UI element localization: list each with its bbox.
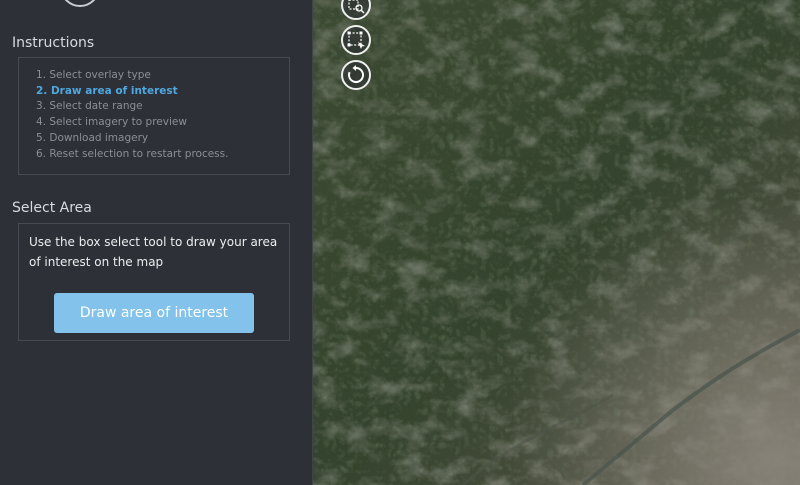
zoom-select-tool[interactable]: [341, 0, 371, 20]
box-select-icon: [347, 31, 365, 49]
sidebar: Instructions 1. Select overlay type 2. D…: [0, 0, 313, 485]
map-imagery: [313, 0, 800, 485]
select-area-title: Select Area: [12, 200, 92, 216]
box-select-tool[interactable]: [341, 25, 371, 55]
instructions-title: Instructions: [12, 35, 95, 51]
instruction-step-active: 2. Draw area of interest: [36, 84, 178, 97]
instruction-step: 6. Reset selection to restart process.: [36, 147, 229, 160]
satellite-map[interactable]: [313, 0, 800, 485]
instruction-step: 3. Select date range: [36, 100, 143, 113]
reset-icon: [348, 65, 364, 83]
select-area-panel: Use the box select tool to draw your are…: [18, 223, 290, 341]
instruction-step: 5. Download imagery: [36, 131, 149, 144]
zoom-select-icon: [348, 0, 365, 14]
draw-area-button[interactable]: Draw area of interest: [54, 293, 254, 333]
instructions-list: 1. Select overlay type 2. Draw area of i…: [19, 58, 289, 162]
logo: [60, 0, 100, 7]
select-area-instructions: Use the box select tool to draw your are…: [29, 235, 278, 269]
instructions-panel: 1. Select overlay type 2. Draw area of i…: [18, 57, 290, 175]
reset-tool[interactable]: [341, 60, 371, 90]
instruction-step: 1. Select overlay type: [36, 69, 151, 81]
instruction-step: 4. Select imagery to preview: [36, 116, 187, 129]
